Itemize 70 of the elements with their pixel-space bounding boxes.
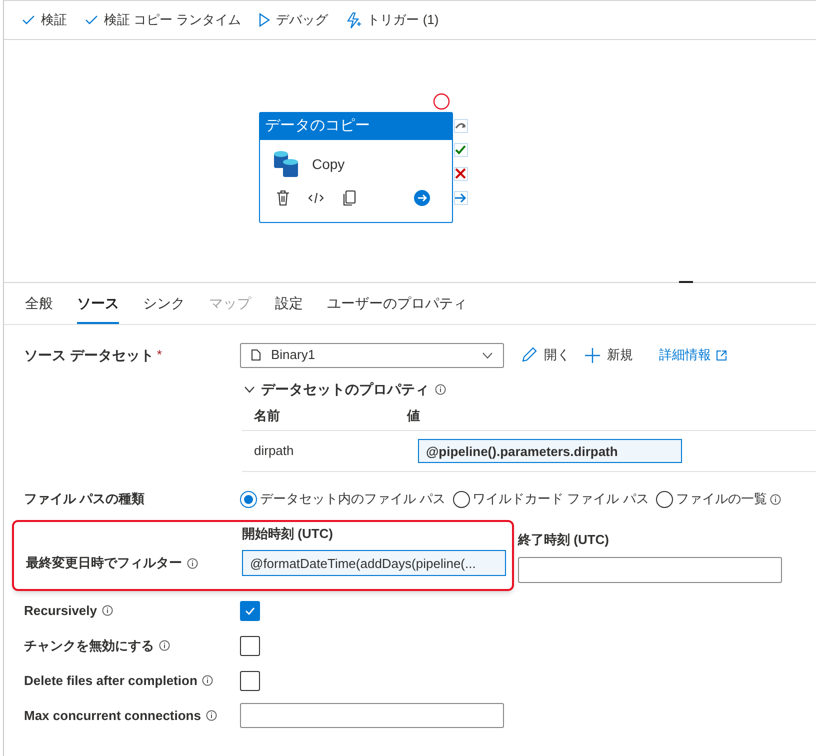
toolbar-button[interactable]: トリガー (1) — [346, 10, 439, 30]
play-icon — [259, 13, 270, 27]
checkbox[interactable] — [240, 670, 260, 690]
circle-icon — [433, 93, 450, 110]
trash-icon — [276, 190, 290, 206]
info-icon — [206, 710, 217, 721]
field-label: 開始時刻 (UTC) — [242, 524, 334, 543]
copy-icon — [342, 190, 356, 206]
radio-button[interactable] — [656, 490, 673, 508]
field-label: 終了時刻 (UTC) — [518, 531, 610, 549]
action-button[interactable]: 開く — [521, 345, 570, 365]
action-button[interactable]: 新規 — [585, 345, 633, 365]
check-icon — [245, 606, 255, 614]
checkbox[interactable] — [240, 600, 260, 620]
radio-option[interactable]: ファイルの一覧 — [656, 489, 767, 509]
column-header: 名前 — [252, 406, 281, 425]
activity-name: Copy — [312, 154, 345, 174]
check-icon — [454, 143, 468, 157]
info-icon — [202, 675, 214, 686]
tab[interactable]: 設定 — [275, 293, 303, 324]
external-link-icon — [716, 350, 727, 360]
value-field[interactable]: @pipeline().parameters.dirpath — [418, 439, 682, 463]
database-icon — [272, 150, 300, 178]
info-icon — [159, 640, 170, 651]
plus-icon — [585, 348, 600, 362]
checkbox[interactable] — [240, 636, 260, 656]
check-icon — [22, 15, 35, 25]
file-icon — [251, 349, 261, 361]
code-icon — [308, 192, 324, 204]
radio-button[interactable] — [240, 490, 257, 508]
properties-toggle[interactable]: データセットのプロパティ — [244, 377, 816, 401]
close-icon — [454, 167, 468, 181]
lightning-icon — [346, 12, 362, 28]
tab[interactable]: シンク — [143, 293, 185, 324]
info-icon — [102, 605, 113, 616]
required-mark: * — [156, 346, 162, 364]
activity-title: データのコピー — [260, 113, 452, 140]
arrow-icon — [454, 191, 468, 205]
radio-button[interactable] — [452, 490, 470, 508]
field-label: 最終変更日時でフィルター — [26, 554, 182, 572]
text-field[interactable] — [240, 703, 504, 728]
check-icon — [85, 15, 98, 25]
field-label: チャンクを無効にする — [24, 636, 154, 655]
skip-icon — [454, 119, 468, 133]
toolbar-button[interactable]: 検証 — [22, 10, 67, 30]
pencil-icon — [521, 347, 537, 363]
field-label: Delete files after completion — [24, 672, 198, 690]
tab[interactable]: ユーザーのプロパティ — [327, 293, 467, 324]
end-time-field[interactable] — [518, 556, 782, 582]
chevron-icon — [244, 386, 255, 392]
field-label: Max concurrent connections — [24, 706, 201, 725]
field-label: ファイル パスの種類 — [24, 491, 145, 506]
chevron-icon — [482, 352, 493, 358]
learn-more-link[interactable]: 詳細情報 — [659, 345, 727, 365]
field-label: ソース データセット — [24, 346, 154, 364]
info-icon — [187, 558, 198, 568]
activity-node[interactable]: データのコピー Copy — [259, 112, 453, 223]
info-icon — [435, 384, 446, 394]
field-label: Recursively — [24, 602, 97, 620]
dropdown-value: Binary1 — [271, 346, 316, 364]
tab[interactable]: 全般 — [25, 293, 53, 324]
dataset-dropdown[interactable]: Binary1 — [240, 342, 504, 368]
radio-option[interactable]: ワイルドカード ファイル パス — [452, 489, 649, 509]
tab[interactable]: ソース — [77, 293, 119, 324]
toolbar-button[interactable]: 検証 コピー ランタイム — [85, 10, 242, 30]
column-header: 値 — [407, 406, 420, 425]
start-time-field[interactable]: @formatDateTime(addDays(pipeline(... — [242, 550, 506, 576]
table-cell-text: dirpath — [253, 442, 295, 460]
radio-option[interactable]: データセット内のファイル パス — [240, 489, 446, 509]
toolbar-button[interactable]: デバッグ — [259, 10, 328, 30]
